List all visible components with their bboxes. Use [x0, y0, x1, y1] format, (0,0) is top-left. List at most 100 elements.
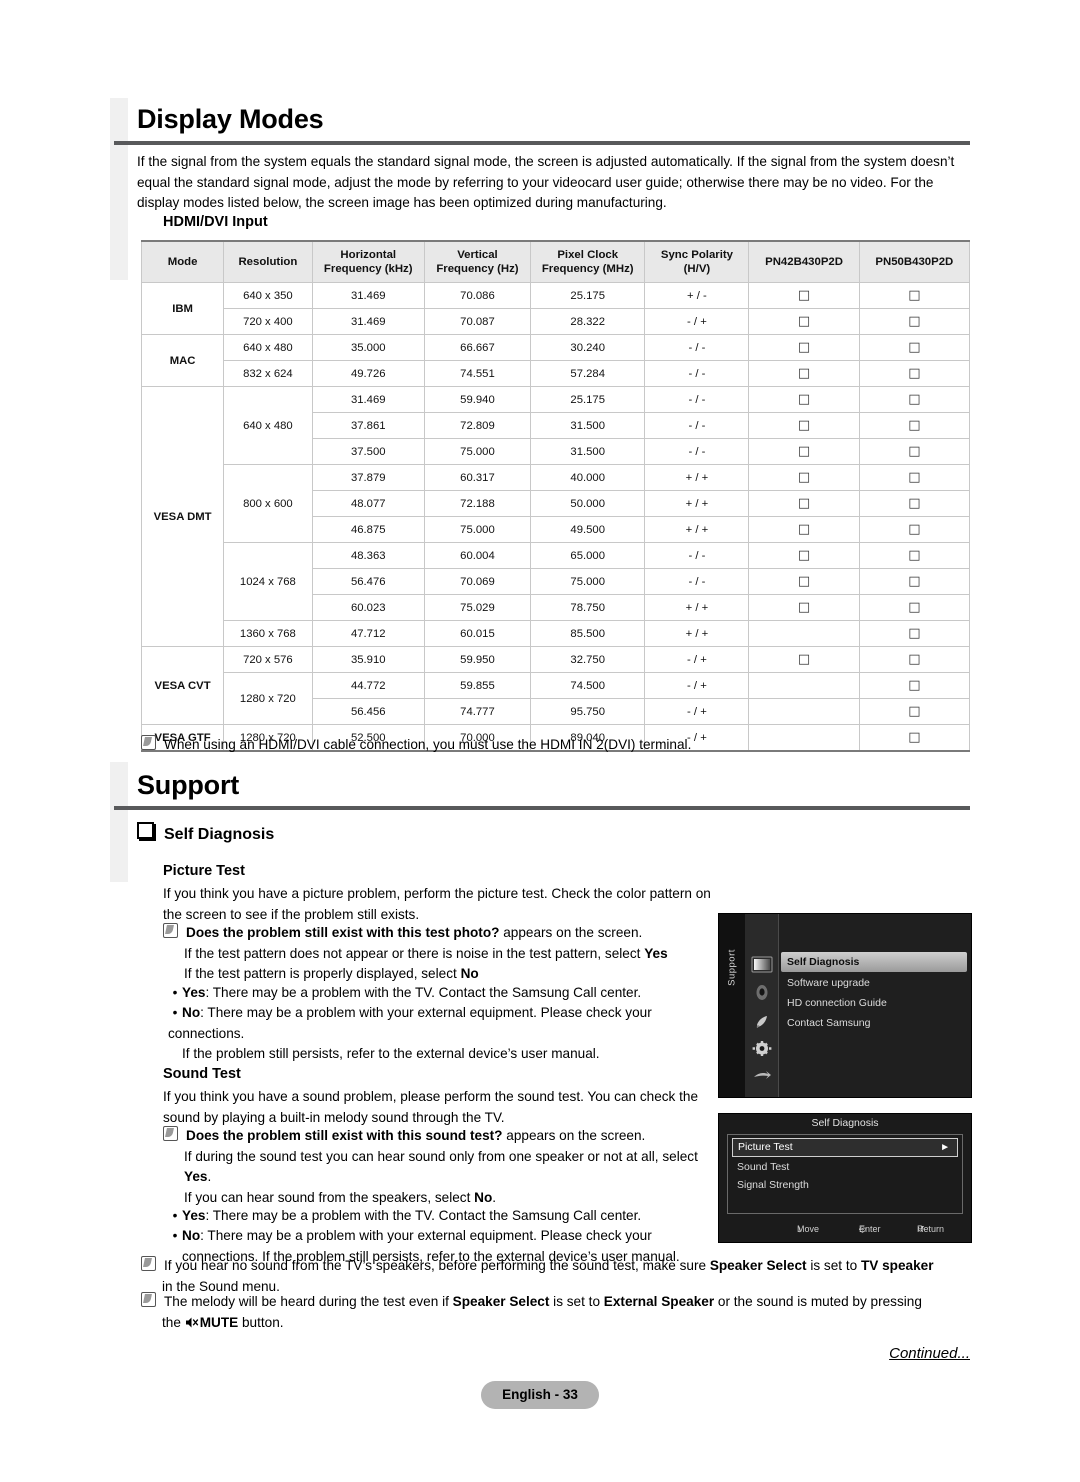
bullet-yes-text: : There may be a problem with the TV. Co… [205, 985, 642, 1000]
note-hdmi-terminal-text: When using an HDMI/DVI cable connection,… [164, 737, 692, 752]
checkmark-icon: □ [797, 340, 811, 355]
sound-bullet-no-text: : There may be a problem with your exter… [200, 1228, 652, 1243]
cell-pn50b430p2d: □ [858, 412, 971, 439]
checkmark-icon: □ [908, 626, 921, 641]
cell-horizontal-frequency: 35.000 [311, 334, 425, 361]
cell-vertical-frequency: 74.777 [423, 698, 532, 725]
bullet-dot-icon: • [172, 1005, 178, 1020]
col-vertical-frequency: Vertical Frequency (Hz) [423, 240, 532, 283]
cell-horizontal-frequency: 31.469 [311, 282, 425, 309]
osd-support-menu[interactable]: Support Self Diagnosis Software upgrade … [718, 913, 972, 1098]
osd-self-diagnosis-dialog[interactable]: Self Diagnosis Picture Test ► Sound Test… [718, 1113, 972, 1243]
input-icon[interactable] [751, 1068, 773, 1085]
cell-pn50b430p2d: □ [858, 438, 971, 465]
checkmark-icon: □ [908, 340, 921, 355]
bullet-dot-icon: • [172, 985, 178, 1000]
setup-icon[interactable] [751, 1040, 773, 1057]
col-horizontal-frequency: Horizontal Frequency (kHz) [311, 240, 425, 283]
checkmark-icon: □ [908, 314, 921, 329]
left-margin-accent-bar-2 [110, 762, 128, 882]
checkmark-icon: □ [797, 288, 811, 303]
cell-pn50b430p2d: □ [858, 464, 971, 491]
cell-pn42b430p2d: □ [748, 646, 860, 673]
cell-pixel-clock: 74.500 [529, 672, 646, 699]
cell-pn50b430p2d: □ [858, 646, 971, 673]
cell-pixel-clock: 25.175 [529, 386, 646, 413]
osd-item-signal-strength-label: Signal Strength [737, 1179, 809, 1191]
osd-self-diagnosis-list: Picture Test ► Sound Test Signal Strengt… [727, 1134, 963, 1214]
table-row: 1024 x 768 48.363 60.004 65.000- / - □ □ [142, 542, 971, 621]
note-icon [141, 1256, 156, 1271]
osd-menu-item-self-diagnosis[interactable]: Self Diagnosis [781, 952, 967, 972]
final-note-1a: If you hear no sound from the TV’s speak… [164, 1258, 710, 1273]
cell-sync-polarity: - / + [644, 308, 750, 335]
osd-item-picture-test[interactable]: Picture Test ► [732, 1138, 958, 1157]
final-note-1b: Speaker Select [709, 1258, 807, 1273]
cell-pixel-clock: 31.500 [529, 412, 646, 439]
cell-vertical-frequency: 74.551 [423, 360, 532, 387]
col-mode: Mode [140, 240, 225, 283]
osd-support-tab-label: Support [726, 949, 738, 986]
sound-test-note: Does the problem still exist with this s… [163, 1126, 728, 1208]
osd-menu-item-contact-samsung[interactable]: Contact Samsung [787, 1014, 870, 1032]
checkmark-icon: □ [908, 366, 921, 381]
bullet-dot-icon: • [172, 1228, 178, 1243]
cell-sync-polarity: + / + [644, 620, 750, 647]
picture-test-line3a: If the test pattern is properly displaye… [184, 966, 461, 981]
checkmark-icon: □ [797, 470, 811, 485]
cell-pn50b430p2d: □ [858, 698, 971, 725]
picture-test-note-rest: appears on the screen. [499, 925, 643, 940]
cell-pn42b430p2d: □ [748, 516, 860, 543]
cell-pn42b430p2d: □ [748, 282, 860, 309]
sound-test-line2a: If during the sound test you can hear so… [184, 1148, 698, 1164]
sound-icon[interactable] [751, 984, 773, 1001]
osd-support-tab[interactable]: Support [719, 914, 745, 1097]
cell-pixel-clock: 65.000 [529, 542, 646, 569]
checkmark-icon: □ [797, 392, 811, 407]
cell-pixel-clock: 75.000 [529, 568, 646, 595]
final-note-2d: External Speaker [603, 1294, 715, 1309]
cell-mode: IBM [140, 282, 225, 335]
cell-horizontal-frequency: 31.469 [311, 386, 425, 413]
cell-pixel-clock: 31.500 [529, 438, 646, 465]
osd-menu-item-hd-connection-guide[interactable]: HD connection Guide [787, 994, 887, 1012]
osd-footer-hints: ↕ Move ⎆ Enter ↺ Return [797, 1224, 945, 1234]
cell-horizontal-frequency: 31.469 [311, 308, 425, 335]
cell-resolution: 640 x 480 [223, 334, 313, 361]
page-title-support: Support [137, 770, 240, 800]
osd-menu-item-software-upgrade[interactable]: Software upgrade [787, 974, 870, 992]
bullet-no-text: : There may be a problem with your exter… [168, 1005, 652, 1041]
support-icon[interactable] [751, 1096, 773, 1097]
osd-item-sound-test[interactable]: Sound Test [732, 1159, 958, 1176]
table-row: VESA CVT 720 x 576 35.910 59.950 32.750- / +… [140, 646, 971, 725]
cell-sync-polarity: + / + [644, 490, 750, 517]
sound-test-line4b: No [474, 1189, 493, 1205]
checkmark-icon: □ [797, 548, 811, 563]
cell-pn50b430p2d: □ [858, 672, 971, 699]
cell-pn42b430p2d: □ [748, 386, 860, 413]
picture-test-note: Does the problem still exist with this t… [163, 923, 715, 985]
sound-test-intro: If you think you have a sound problem, p… [163, 1089, 699, 1125]
final-note-1: If you hear no sound from the TV’s speak… [141, 1256, 971, 1297]
cell-vertical-frequency: 60.015 [423, 620, 532, 647]
bullet-no-line2: If the problem still persists, refer to … [182, 1046, 600, 1061]
osd-item-signal-strength[interactable]: Signal Strength [732, 1177, 958, 1194]
cell-pn50b430p2d: □ [858, 334, 971, 361]
cell-vertical-frequency: 60.004 [423, 542, 532, 569]
cell-pixel-clock: 78.750 [529, 594, 646, 621]
cell-pn50b430p2d: □ [858, 282, 971, 309]
checkmark-icon: □ [797, 444, 811, 459]
picture-icon[interactable] [751, 956, 773, 973]
checkmark-icon: □ [908, 704, 921, 719]
cell-pixel-clock: 85.500 [529, 620, 646, 647]
channel-icon[interactable] [751, 1012, 773, 1029]
picture-test-line3b: No [460, 966, 479, 981]
checkmark-icon: □ [908, 496, 921, 511]
table-row: 1360 x 768 47.712 60.015 85.500 + / + □ [142, 620, 971, 647]
cell-resolution: 1360 x 768 [223, 620, 313, 647]
cell-pn42b430p2d [748, 698, 860, 725]
title-rule-2 [114, 806, 970, 810]
checkmark-icon: □ [908, 548, 921, 563]
self-diagnosis-heading: Self Diagnosis [137, 822, 274, 844]
cell-mode: VESA CVT [140, 646, 225, 725]
